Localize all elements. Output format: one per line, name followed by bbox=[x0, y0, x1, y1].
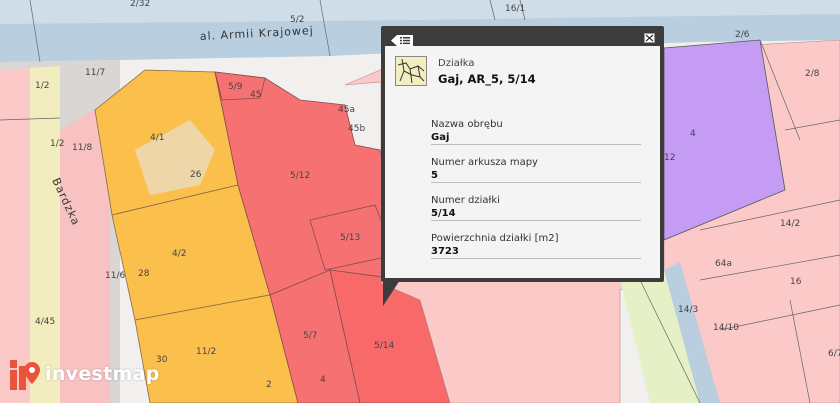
logo-mark-icon bbox=[10, 360, 40, 390]
parcel-layer-icon bbox=[395, 56, 427, 86]
parcel-number-label: 5/9 bbox=[228, 82, 243, 92]
feature-info-popup: Działka Gaj, AR_5, 5/14 Nazwa obrębu Gaj… bbox=[381, 26, 664, 306]
attribute-value: 5/14 bbox=[431, 208, 456, 219]
parcel-number-label: 6/7 bbox=[828, 349, 840, 359]
parcel-number-label: 26 bbox=[190, 170, 202, 180]
attribute-key: Numer działki bbox=[431, 195, 500, 206]
investmap-logo: investmap bbox=[8, 360, 160, 390]
attribute-row: Nazwa obrębu Gaj bbox=[431, 118, 641, 145]
parcel-number-label: 11/2 bbox=[196, 347, 216, 357]
parcel-number-label: 45 bbox=[250, 90, 261, 100]
parcel-number-label: 5/12 bbox=[290, 171, 310, 181]
parcel-number-label: 5/2 bbox=[290, 15, 304, 25]
parcel-number-label: 14/2 bbox=[780, 219, 800, 229]
parcel-number-label: 4/1 bbox=[150, 133, 164, 143]
parcel-number-label: 14/3 bbox=[678, 305, 698, 315]
parcel-number-label: 12 bbox=[664, 153, 675, 163]
parcel-number-label: 28 bbox=[138, 269, 150, 279]
parcel-number-label: 16/1 bbox=[505, 4, 525, 14]
parcel-number-label: 5/7 bbox=[303, 331, 317, 341]
parcel-number-label: 45b bbox=[348, 124, 365, 134]
feature-type: Działka bbox=[438, 58, 475, 69]
attribute-value: 3723 bbox=[431, 246, 459, 257]
attribute-value: 5 bbox=[431, 170, 438, 181]
parcel-number-label: 1/2 bbox=[35, 81, 49, 91]
parcel-yellow-strip bbox=[30, 66, 60, 403]
popup-body: Działka Gaj, AR_5, 5/14 Nazwa obrębu Gaj… bbox=[385, 46, 660, 278]
parcel-number-label: 11/8 bbox=[72, 143, 92, 153]
parcel-number-label: 45a bbox=[338, 105, 355, 115]
parcel-number-label: 11/7 bbox=[85, 68, 105, 78]
close-icon[interactable] bbox=[644, 33, 655, 43]
parcel-number-label: 5/14 bbox=[374, 341, 394, 351]
parcel-number-label: 14/10 bbox=[713, 323, 739, 333]
popup-pointer bbox=[383, 280, 400, 306]
parcel-number-label: 16 bbox=[790, 277, 802, 287]
attribute-key: Numer arkusza mapy bbox=[431, 157, 538, 168]
attribute-row: Numer arkusza mapy 5 bbox=[431, 156, 641, 183]
parcel-number-label: 5/13 bbox=[340, 233, 360, 243]
list-menu-icon[interactable] bbox=[391, 31, 413, 46]
parcel-number-label: 4/45 bbox=[35, 317, 55, 327]
parcel-number-label: 2 bbox=[266, 380, 272, 390]
parcel-number-label: 4 bbox=[690, 129, 696, 139]
feature-title: Gaj, AR_5, 5/14 bbox=[438, 72, 536, 86]
parcel-number-label: 2/8 bbox=[805, 69, 820, 79]
attribute-key: Powierzchnia działki [m2] bbox=[431, 233, 559, 244]
parcel-number-label: 11/6 bbox=[105, 271, 125, 281]
logo-text: investmap bbox=[45, 363, 160, 385]
attribute-key: Nazwa obrębu bbox=[431, 119, 503, 130]
attribute-value: Gaj bbox=[431, 132, 450, 143]
parcel-number-label: 4/2 bbox=[172, 249, 186, 259]
parcel-number-label: 4 bbox=[320, 375, 326, 385]
parcel-number-label: 2/6 bbox=[735, 30, 750, 40]
parcel-pink-left-1 bbox=[0, 68, 30, 403]
parcel-number-label: 2/32 bbox=[130, 0, 150, 9]
parcel-number-label: 64a bbox=[715, 259, 732, 269]
attribute-row: Numer działki 5/14 bbox=[431, 194, 641, 221]
parcel-number-label: 1/2 bbox=[50, 139, 64, 149]
attribute-row: Powierzchnia działki [m2] 3723 bbox=[431, 232, 641, 259]
